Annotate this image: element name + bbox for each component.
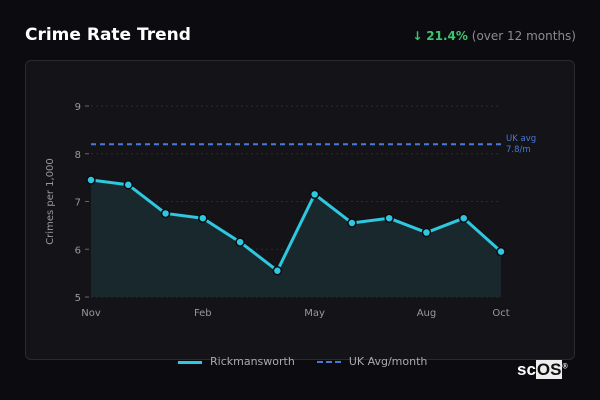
uk-avg-value: 7.8/m	[506, 145, 531, 155]
y-tick-label: 8	[75, 150, 81, 161]
x-tick-label: Oct	[492, 308, 509, 319]
y-tick-label: 7	[75, 198, 81, 209]
x-tick-label: Nov	[81, 308, 101, 319]
area-fill	[91, 180, 501, 297]
legend: Rickmansworth UK Avg/month	[178, 355, 427, 368]
logo-text-box: OS	[535, 360, 563, 379]
legend-item-rickmansworth[interactable]: Rickmansworth	[178, 355, 295, 368]
y-tick-label: 9	[75, 102, 81, 113]
data-point	[160, 208, 171, 219]
logo-mark: ®	[562, 363, 568, 371]
y-tick-label: 6	[75, 245, 81, 256]
x-tick-label: May	[304, 308, 325, 319]
x-tick-label: Feb	[194, 308, 212, 319]
legend-label: Rickmansworth	[210, 355, 295, 368]
data-point	[235, 237, 245, 247]
uk-avg-label: UK avg	[506, 134, 536, 144]
legend-label: UK Avg/month	[348, 355, 428, 368]
data-point	[86, 175, 96, 185]
data-point	[347, 218, 357, 228]
y-axis-label: Crimes per 1,000	[45, 158, 56, 245]
data-point	[198, 213, 208, 223]
data-point	[123, 180, 134, 190]
data-point	[309, 189, 320, 200]
x-tick-label: Aug	[417, 308, 437, 319]
line-chart: 5 6 7 8 9 Crimes per 1,000 Nov Feb May Aug Oct UK a…	[45, 102, 536, 319]
data-point	[458, 213, 469, 223]
logo-text: sc	[517, 360, 536, 379]
data-point	[421, 227, 432, 238]
y-tick-label: 5	[75, 293, 81, 304]
data-point	[496, 246, 506, 257]
legend-item-uk-avg[interactable]: UK Avg/month	[316, 355, 428, 368]
data-point	[384, 213, 394, 223]
logo: scOS®	[517, 360, 568, 380]
data-point	[272, 265, 283, 276]
